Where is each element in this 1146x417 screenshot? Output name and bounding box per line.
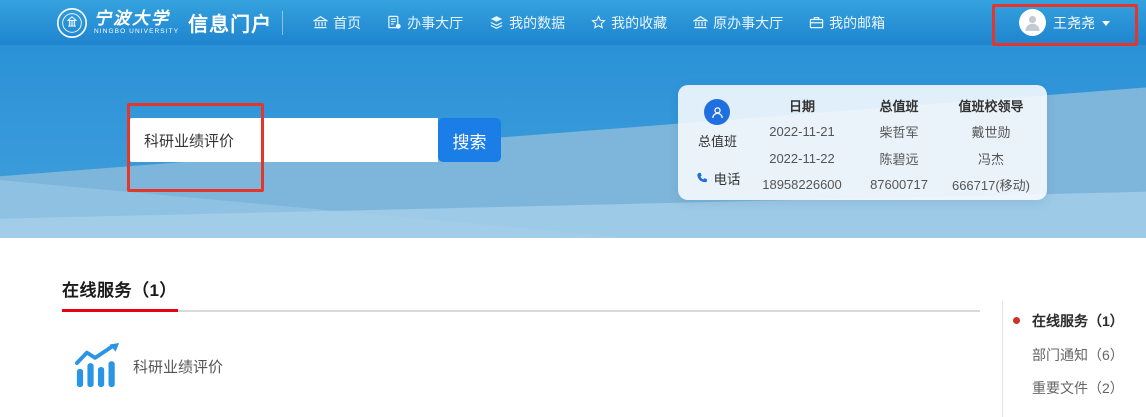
active-dot-icon <box>1013 317 1020 324</box>
service-item-research-evaluation[interactable]: 科研业绩评价 <box>74 342 223 390</box>
form-doc-icon <box>387 15 402 30</box>
nav-label: 原办事大厅 <box>713 13 783 33</box>
briefcase-icon <box>809 15 824 30</box>
university-name-cn: 宁波大学 <box>94 10 179 27</box>
star-icon <box>591 15 606 30</box>
header-divider <box>282 11 283 35</box>
top-header: 宁波大学 NINGBO UNIVERSITY 信息门户 首页 办事大厅 <box>0 0 1146 45</box>
user-name: 王尧尧 <box>1053 13 1095 33</box>
duty-chief-label: 总值班 <box>698 131 737 150</box>
nav-item-mailbox[interactable]: 我的邮箱 <box>809 13 885 33</box>
duty-chief-block: 总值班 <box>698 99 737 150</box>
caret-down-icon <box>1102 21 1110 26</box>
side-nav-important-files[interactable]: 重要文件（2） <box>1032 378 1124 398</box>
nav-label: 我的数据 <box>509 13 565 33</box>
portal-title: 信息门户 <box>188 8 272 37</box>
nav-label: 首页 <box>333 13 361 33</box>
side-nav-department-notices[interactable]: 部门通知（6） <box>1032 345 1124 365</box>
service-label: 科研业绩评价 <box>133 356 223 377</box>
nav-label: 我的收藏 <box>611 13 667 33</box>
bank-icon <box>693 15 708 30</box>
university-seal-icon <box>56 7 88 39</box>
nav-item-my-data[interactable]: 我的数据 <box>489 13 565 33</box>
person-circle-icon <box>704 99 730 125</box>
portal-page: 宁波大学 NINGBO UNIVERSITY 信息门户 首页 办事大厅 <box>0 0 1146 417</box>
avatar-person-icon <box>1022 12 1043 33</box>
phone-icon <box>695 171 709 185</box>
user-menu[interactable]: 王尧尧 <box>1019 0 1110 45</box>
section-title: 在线服务（1） <box>62 276 177 301</box>
duty-cell-phone: 87600717 <box>870 177 928 192</box>
side-nav-rail <box>1002 301 1003 417</box>
duty-col-header: 值班校领导 <box>958 96 1023 115</box>
duty-info-card: 总值班 电话 日期 总值班 值班校领导 2022-11-21 柴哲军 戴世勋 2… <box>678 85 1047 200</box>
university-logo[interactable]: 宁波大学 NINGBO UNIVERSITY 信息门户 <box>56 7 272 39</box>
duty-phone-label: 电话 <box>714 168 741 188</box>
nav-item-old-service-hall[interactable]: 原办事大厅 <box>693 13 783 33</box>
search-button[interactable]: 搜索 <box>438 118 501 162</box>
duty-card-side: 总值班 电话 <box>688 93 747 192</box>
avatar <box>1019 9 1046 36</box>
main-nav: 首页 办事大厅 我的数据 我 <box>313 13 885 33</box>
duty-cell-name: 冯杰 <box>978 149 1004 168</box>
duty-cell-phone: 18958226600 <box>762 177 842 192</box>
university-name-en: NINGBO UNIVERSITY <box>94 29 179 36</box>
duty-schedule-table: 日期 总值班 值班校领导 2022-11-21 柴哲军 戴世勋 2022-11-… <box>747 93 1041 192</box>
nav-label: 我的邮箱 <box>829 13 885 33</box>
duty-cell-name: 柴哲军 <box>879 122 918 141</box>
section-divider-accent <box>62 309 178 312</box>
duty-col-header: 日期 <box>789 96 815 115</box>
bank-icon <box>313 15 328 30</box>
duty-phone-block: 电话 <box>695 168 741 188</box>
data-layers-icon <box>489 15 504 30</box>
duty-col-header: 总值班 <box>879 96 918 115</box>
section-divider <box>62 310 980 312</box>
nav-item-favorites[interactable]: 我的收藏 <box>591 13 667 33</box>
trend-bar-chart-icon <box>74 342 120 390</box>
hero-banner: 搜索 总值班 电话 <box>0 45 1146 238</box>
duty-cell-date: 2022-11-21 <box>769 124 835 139</box>
duty-cell-phone: 666717(移动) <box>952 175 1030 194</box>
duty-cell-name: 陈碧远 <box>879 149 918 168</box>
side-nav-online-services[interactable]: 在线服务（1） <box>1032 311 1124 331</box>
nav-label: 办事大厅 <box>407 13 463 33</box>
university-name: 宁波大学 NINGBO UNIVERSITY <box>94 10 179 36</box>
nav-item-service-hall[interactable]: 办事大厅 <box>387 13 463 33</box>
duty-cell-date: 2022-11-22 <box>769 151 835 166</box>
search-input[interactable] <box>130 118 438 162</box>
nav-item-home[interactable]: 首页 <box>313 13 361 33</box>
duty-cell-name: 戴世勋 <box>971 122 1010 141</box>
